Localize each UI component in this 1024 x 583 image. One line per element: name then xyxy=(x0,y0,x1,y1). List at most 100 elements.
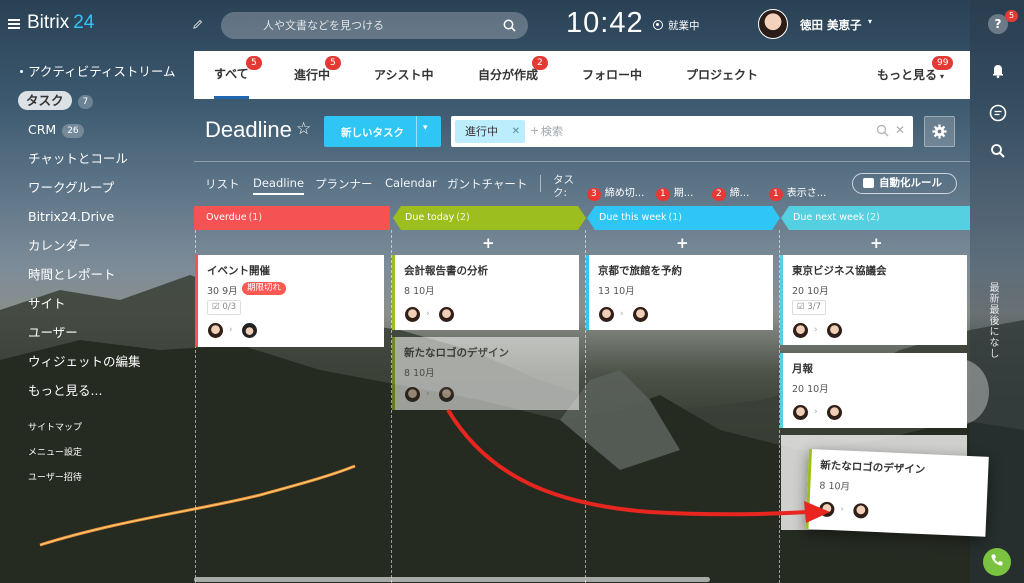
work-status[interactable]: 就業中 xyxy=(653,18,700,33)
global-search[interactable] xyxy=(221,12,528,39)
filter-search-input[interactable] xyxy=(541,121,841,141)
avatar xyxy=(758,9,788,39)
chevron-down-icon: ▾ xyxy=(940,72,945,81)
avatar[interactable] xyxy=(827,323,842,338)
star-icon[interactable]: ☆ xyxy=(296,119,311,139)
avatar[interactable] xyxy=(405,387,420,402)
avatar[interactable] xyxy=(439,387,454,402)
phone-icon[interactable] xyxy=(983,548,1011,576)
menu-item-users[interactable]: ユーザー xyxy=(0,318,190,347)
close-icon[interactable]: ✕ xyxy=(895,123,905,137)
task-filter-tabs: すべて 5 進行中 5 アシスト中 自分が作成 2 フォロー中 プロジェクト もっと見… xyxy=(194,51,970,99)
help-badge: 5 xyxy=(1005,10,1019,22)
bell-icon[interactable] xyxy=(988,60,1008,80)
chat-icon[interactable] xyxy=(988,103,1008,123)
tab-more[interactable]: もっと見る ▾ 99 xyxy=(877,51,954,99)
gear-icon xyxy=(932,124,947,139)
avatar[interactable] xyxy=(853,503,869,519)
pencil-icon[interactable] xyxy=(192,18,204,30)
add-task-plus-icon[interactable]: + xyxy=(482,234,495,252)
task-card[interactable]: 東京ビジネス協議会 20 10月 ☑ 3/7 › xyxy=(780,255,967,345)
automation-rules-button[interactable]: 自動化ルール xyxy=(852,173,957,194)
tab-badge: 99 xyxy=(932,56,954,70)
counter-overdue[interactable]: 3 締め切... xyxy=(587,184,644,201)
menu-item-sites[interactable]: サイト xyxy=(0,289,190,318)
menu-item-time-reports[interactable]: 時間とレポート xyxy=(0,260,190,289)
tab-projects[interactable]: プロジェクト xyxy=(686,51,758,99)
avatar[interactable] xyxy=(793,323,808,338)
overdue-badge: 期限切れ xyxy=(242,282,287,295)
hamburger-menu-icon[interactable] xyxy=(8,19,20,29)
menu-item-tasks[interactable]: タスク 7 xyxy=(0,86,190,115)
avatar[interactable] xyxy=(827,405,842,420)
sitemap-link[interactable]: サイトマップ xyxy=(28,421,82,446)
invite-users-link[interactable]: ユーザー招待 xyxy=(28,471,82,496)
settings-button[interactable] xyxy=(924,116,955,147)
menu-item-chat[interactable]: チャットとコール xyxy=(0,144,190,173)
close-icon[interactable]: ✕ xyxy=(512,120,520,143)
view-gantt[interactable]: ガントチャート xyxy=(447,176,527,192)
left-menu-footer: サイトマップ メニュー設定 ユーザー招待 xyxy=(28,421,82,496)
chevron-right-icon: ❯ xyxy=(943,380,960,404)
menu-item-drive[interactable]: Bitrix24.Drive xyxy=(0,202,190,231)
counter-item[interactable]: 1 期... xyxy=(656,184,693,201)
tab-badge: 5 xyxy=(325,56,341,70)
column-header-due-today: Due today (2) xyxy=(393,206,586,230)
view-deadline[interactable]: Deadline xyxy=(253,176,305,195)
menu-item-crm[interactable]: CRM 26 xyxy=(0,115,190,144)
add-task-plus-icon[interactable]: + xyxy=(676,234,689,252)
new-task-button[interactable]: 新しいタスク ▾ xyxy=(324,116,441,147)
avatar[interactable] xyxy=(405,307,420,322)
menu-settings-link[interactable]: メニュー設定 xyxy=(28,446,82,471)
search-icon[interactable] xyxy=(876,124,889,137)
tab-assisting[interactable]: アシスト中 xyxy=(374,51,434,99)
menu-item-activity-stream[interactable]: アクティビティストリーム xyxy=(0,57,190,86)
task-card[interactable]: イベント開催 30 9月 期限切れ ☑ 0/3 › xyxy=(195,255,384,347)
avatar[interactable] xyxy=(208,323,223,338)
tab-following[interactable]: フォロー中 xyxy=(582,51,642,99)
search-icon[interactable] xyxy=(988,141,1008,161)
tab-in-progress[interactable]: 進行中 5 xyxy=(294,51,341,99)
filter-chip[interactable]: 進行中 ✕ xyxy=(455,120,525,143)
column-header-overdue: Overdue (1) xyxy=(194,206,390,230)
avatar[interactable] xyxy=(793,405,808,420)
view-planner[interactable]: プランナー xyxy=(315,176,373,192)
scroll-right-button[interactable]: ❯ xyxy=(929,359,989,425)
menu-counter: 7 xyxy=(77,94,94,109)
bitrix-logo[interactable]: Bitrix 24 xyxy=(27,12,94,34)
split-divider xyxy=(416,116,417,147)
menu-item-workgroups[interactable]: ワークグループ xyxy=(0,173,190,202)
add-task-plus-icon[interactable]: + xyxy=(870,234,883,252)
tab-created-by-me[interactable]: 自分が作成 2 xyxy=(478,51,548,99)
chevron-right-icon: › xyxy=(814,325,818,335)
task-card[interactable]: 会計報告書の分析 8 10月 › xyxy=(392,255,579,330)
menu-item-widgets[interactable]: ウィジェットの編集 xyxy=(0,347,190,376)
plus-icon[interactable]: + xyxy=(530,124,539,137)
chevron-right-icon: › xyxy=(426,389,430,399)
user-name: 徳田 美恵子 xyxy=(800,18,862,32)
view-calendar[interactable]: Calendar xyxy=(385,176,437,190)
counter-item[interactable]: 1 表示さ... xyxy=(769,184,826,201)
counter-item[interactable]: 2 締... xyxy=(712,184,749,201)
tab-badge: 5 xyxy=(246,56,262,70)
robot-icon xyxy=(863,178,874,188)
task-filter-search[interactable]: 進行中✕ + ✕ xyxy=(451,116,913,147)
menu-item-calendar[interactable]: カレンダー xyxy=(0,231,190,260)
avatar[interactable] xyxy=(819,501,835,518)
task-card-dragging[interactable]: 新たなロゴのデザイン 8 10月 › xyxy=(805,449,989,537)
menu-item-more[interactable]: もっと見る... xyxy=(0,376,190,405)
tab-all[interactable]: すべて 5 xyxy=(214,51,262,99)
record-icon xyxy=(653,20,663,30)
chevron-down-icon[interactable]: ▾ xyxy=(423,123,428,133)
avatar[interactable] xyxy=(633,307,648,322)
horizontal-scrollbar[interactable] xyxy=(194,577,710,582)
avatar[interactable] xyxy=(599,307,614,322)
avatar[interactable] xyxy=(439,307,454,322)
search-icon[interactable] xyxy=(503,19,516,32)
avatar[interactable] xyxy=(242,323,257,338)
task-card[interactable]: 京都で旅館を予約 13 10月 › xyxy=(586,255,773,330)
chevron-right-icon: › xyxy=(229,325,233,335)
global-search-input[interactable] xyxy=(221,12,491,39)
view-list[interactable]: リスト xyxy=(205,176,240,192)
task-card-drag-source[interactable]: 新たなロゴのデザイン 8 10月 › xyxy=(392,337,579,410)
